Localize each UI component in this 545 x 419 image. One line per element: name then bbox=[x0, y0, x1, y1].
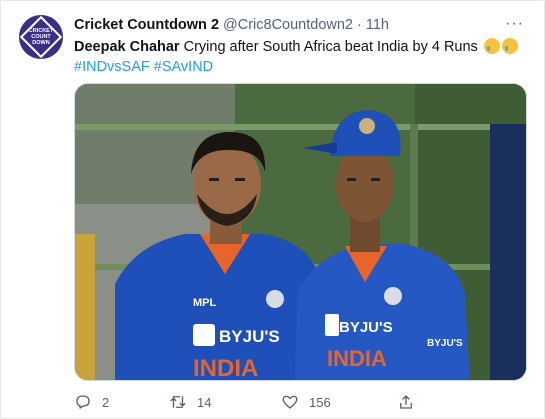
retweet-icon bbox=[170, 396, 186, 408]
like-button[interactable]: 156 bbox=[281, 393, 391, 411]
tweet-header: Cricket Countdown 2 @Cric8Countdown2 · 1… bbox=[74, 15, 524, 35]
reply-button[interactable]: 2 bbox=[74, 393, 169, 411]
tweet-timestamp[interactable]: 11h bbox=[366, 17, 389, 33]
author-handle[interactable]: @Cric8Countdown2 bbox=[223, 17, 353, 33]
tweet-text: Deepak Chahar Crying after South Africa … bbox=[74, 37, 529, 57]
share-button[interactable] bbox=[397, 393, 425, 411]
heart-icon bbox=[282, 395, 298, 409]
more-options-icon[interactable]: ··· bbox=[505, 15, 524, 33]
photo-illustration: MPL BYJU'S INDIA BYJU'S INDIA BYJU'S bbox=[75, 84, 526, 381]
jersey-kit-text: MPL bbox=[193, 297, 217, 309]
like-count: 156 bbox=[309, 394, 331, 410]
hashtags: #INDvsSAF #SAvIND bbox=[74, 57, 213, 77]
hashtag-indvssaf[interactable]: #INDvsSAF bbox=[74, 59, 150, 75]
reply-count: 2 bbox=[102, 394, 110, 410]
retweet-button[interactable]: 14 bbox=[169, 393, 269, 411]
tweet-photo[interactable]: MPL BYJU'S INDIA BYJU'S INDIA BYJU'S bbox=[74, 83, 527, 381]
separator-dot: · bbox=[357, 17, 362, 33]
share-icon bbox=[400, 395, 412, 409]
avatar-logo: CRICKET COUNT DOWN bbox=[19, 15, 63, 59]
jersey-sponsor-text-2: BYJU'S bbox=[339, 319, 393, 336]
tweet-card[interactable]: CRICKET COUNT DOWN Cricket Countdown 2 @… bbox=[0, 0, 545, 419]
jersey-sponsor-text: BYJU'S bbox=[219, 327, 280, 346]
hashtag-savind[interactable]: #SAvIND bbox=[154, 59, 213, 75]
crying-face-icon bbox=[483, 38, 500, 54]
avatar-logo-text: CRICKET COUNT DOWN bbox=[28, 28, 54, 46]
jersey-sleeve-text: BYJU'S bbox=[427, 338, 463, 349]
jersey-country-text-2: INDIA bbox=[327, 346, 387, 371]
tweet-text-bold: Deepak Chahar bbox=[74, 39, 180, 55]
jersey-country-text: INDIA bbox=[193, 355, 258, 381]
crying-face-icon bbox=[501, 38, 518, 54]
avatar[interactable]: CRICKET COUNT DOWN bbox=[19, 15, 63, 59]
tweet-actions: 2 14 156 bbox=[74, 389, 454, 415]
author-name[interactable]: Cricket Countdown 2 bbox=[74, 17, 219, 33]
tweet-text-body: Crying after South Africa beat India by … bbox=[179, 39, 478, 55]
reply-icon bbox=[76, 395, 90, 409]
retweet-count: 14 bbox=[197, 394, 212, 410]
